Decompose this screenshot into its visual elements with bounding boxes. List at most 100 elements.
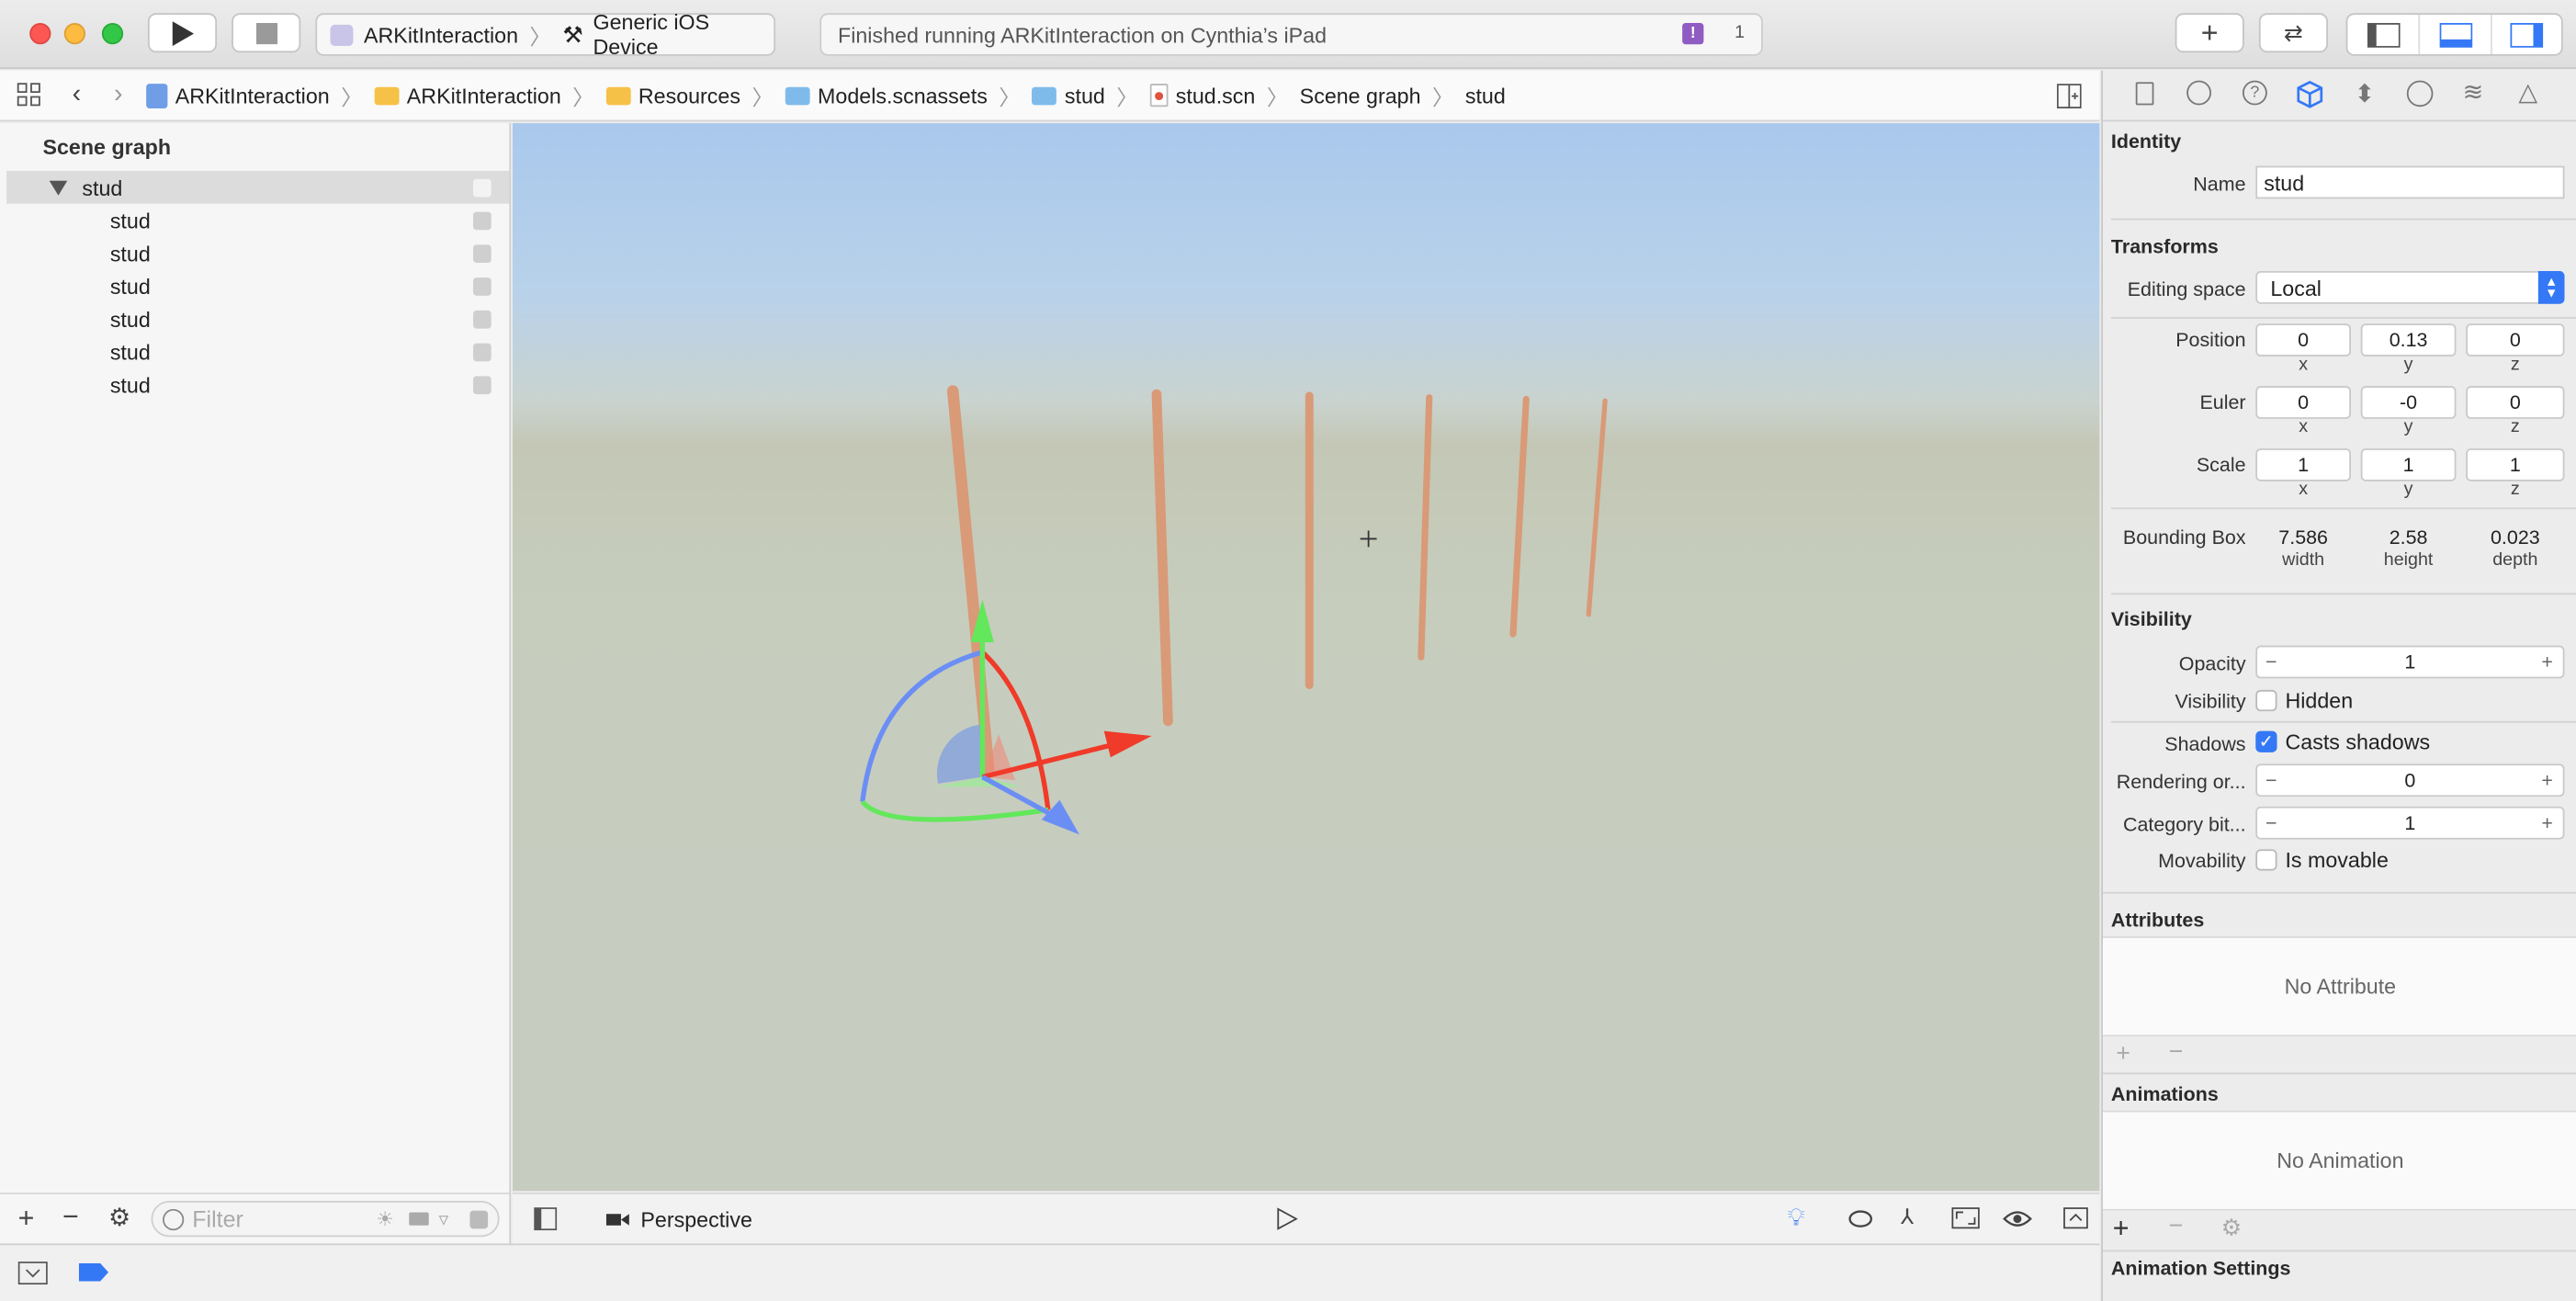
node-inspector-icon[interactable] [2297,80,2323,108]
breadcrumb-scnassets[interactable]: Models.scnassets [785,83,988,107]
outline-row[interactable]: stud [6,269,509,302]
scale-z-field[interactable]: 1 [2466,448,2565,481]
related-items-icon[interactable] [17,82,43,108]
axes-icon[interactable]: ⅄ [1901,1205,1914,1231]
add-node-icon[interactable]: + [18,1203,35,1236]
stud-models[interactable] [946,385,1608,778]
outline-row[interactable]: stud [6,335,509,368]
animation-gear-icon[interactable]: ⚙ [2221,1214,2242,1241]
scene-inspector-icon[interactable]: △ [2518,77,2537,107]
run-button[interactable] [147,13,218,53]
help-inspector-icon[interactable]: ? [2242,80,2267,106]
plane-handle[interactable] [936,724,983,784]
z-rotation-ring[interactable] [860,799,1049,822]
add-editor-icon[interactable] [2056,84,2082,109]
stop-button[interactable] [232,13,301,53]
outline-toggle-icon[interactable] [534,1207,558,1231]
loop-icon[interactable] [1848,1209,1873,1228]
category-bitmask-stepper[interactable]: − 1 + [2255,806,2565,840]
breadcrumb-scene-graph[interactable]: Scene graph [1300,83,1421,107]
fullscreen-icon[interactable] [1951,1207,1980,1229]
stud-model[interactable] [1151,389,1173,727]
forward-icon[interactable]: › [114,81,123,110]
position-z-field[interactable]: 0 [2466,323,2565,356]
breadcrumb-group[interactable]: ARKitInteraction [374,83,561,107]
outline-row-root[interactable]: stud [6,170,510,204]
play-scene-icon[interactable] [1276,1207,1298,1230]
decrement-icon[interactable]: − [2265,811,2277,834]
add-attribute-icon[interactable]: + [2116,1040,2130,1068]
lightbulb-icon[interactable]: 💡︎ [1788,1205,1805,1232]
node-filter-icon[interactable] [469,1210,489,1229]
outline-row[interactable]: stud [6,204,509,237]
breadcrumb-project[interactable]: ARKitInteraction [145,83,330,108]
camera-selector[interactable]: Perspective [640,1207,751,1232]
close-window-button[interactable] [29,23,51,45]
inspector-toggle[interactable] [2491,15,2561,55]
outline-row[interactable]: stud [6,236,509,269]
minimize-window-button[interactable] [63,23,85,45]
camera-filter-icon[interactable] [409,1212,429,1226]
physics-inspector-icon[interactable]: ≋ [2463,77,2483,107]
scale-x-field[interactable]: 1 [2255,448,2352,481]
position-y-field[interactable]: 0.13 [2360,323,2457,356]
euler-z-field[interactable]: 0 [2466,386,2565,419]
device-name[interactable]: Generic iOS Device [593,10,774,60]
increment-icon[interactable]: + [2541,650,2553,673]
eye-icon[interactable] [2003,1209,2032,1228]
stud-model[interactable] [1509,395,1530,638]
outline-row[interactable]: stud [6,368,509,401]
remove-attribute-icon[interactable]: − [2169,1038,2184,1066]
stud-model[interactable] [1418,394,1433,661]
back-icon[interactable]: ‹ [73,81,82,110]
opacity-stepper[interactable]: − 1 + [2255,645,2565,679]
transform-gizmo[interactable] [860,599,1152,835]
scene-canvas[interactable] [513,123,2099,1191]
code-review-button[interactable]: ⇄ [2258,13,2328,53]
breadcrumb-file[interactable]: stud.scn [1149,83,1255,107]
scheme-selector[interactable]: ARKitInteraction 〉 ⚒ Generic iOS Device [315,10,776,59]
euler-y-field[interactable]: -0 [2360,386,2457,419]
geometry-filter-icon[interactable]: ▿ [438,1207,448,1230]
attributes-inspector-icon[interactable]: ⬍ [2355,79,2375,108]
material-inspector-icon[interactable] [2406,80,2434,107]
filter-field[interactable]: Filter ☀ ▿ [151,1200,500,1238]
debug-area-toggle[interactable] [2418,15,2491,55]
breakpoints-icon[interactable] [78,1262,109,1282]
remove-animation-icon[interactable]: − [2169,1212,2184,1239]
light-filter-icon[interactable]: ☀ [377,1207,394,1230]
casts-shadows-checkbox[interactable]: ✓ [2255,730,2277,752]
increment-icon[interactable]: + [2541,769,2553,792]
euler-x-field[interactable]: 0 [2255,386,2352,419]
breadcrumb-node[interactable]: stud [1465,83,1506,107]
x-axis-arrow-icon[interactable] [1103,730,1152,758]
scale-y-field[interactable]: 1 [2360,448,2457,481]
issue-count[interactable]: 1 [1734,23,1745,42]
rendering-order-value[interactable]: 0 [2404,769,2415,792]
is-movable-checkbox[interactable] [2255,849,2277,871]
editing-space-popup[interactable]: Local ▲ ▼ [2255,271,2565,304]
toggle-panel-icon[interactable] [2063,1207,2088,1229]
warning-icon[interactable]: ! [1682,23,1704,45]
add-animation-icon[interactable]: + [2113,1212,2130,1245]
hidden-checkbox[interactable] [2255,689,2277,712]
rendering-order-stepper[interactable]: − 0 + [2255,764,2565,798]
decrement-icon[interactable]: − [2265,650,2277,673]
remove-node-icon[interactable]: − [62,1201,79,1234]
decrement-icon[interactable]: − [2265,769,2277,792]
scene-viewport[interactable] [512,123,2100,1192]
history-inspector-icon[interactable] [2186,80,2212,106]
navigator-toggle[interactable] [2347,15,2418,54]
increment-icon[interactable]: + [2541,811,2553,834]
breadcrumb-resources[interactable]: Resources [605,83,740,107]
zoom-window-button[interactable] [101,23,124,45]
gear-icon[interactable]: ⚙ [108,1203,130,1232]
outline-row[interactable]: stud [6,302,509,335]
disclosure-triangle-icon[interactable] [49,179,68,195]
stud-model[interactable] [1586,398,1608,617]
position-x-field[interactable]: 0 [2255,323,2352,356]
file-inspector-icon[interactable] [2135,82,2154,106]
hide-debug-area-icon[interactable] [17,1261,48,1285]
category-bitmask-value[interactable]: 1 [2404,811,2415,834]
breadcrumb-folder[interactable]: stud [1032,83,1105,107]
